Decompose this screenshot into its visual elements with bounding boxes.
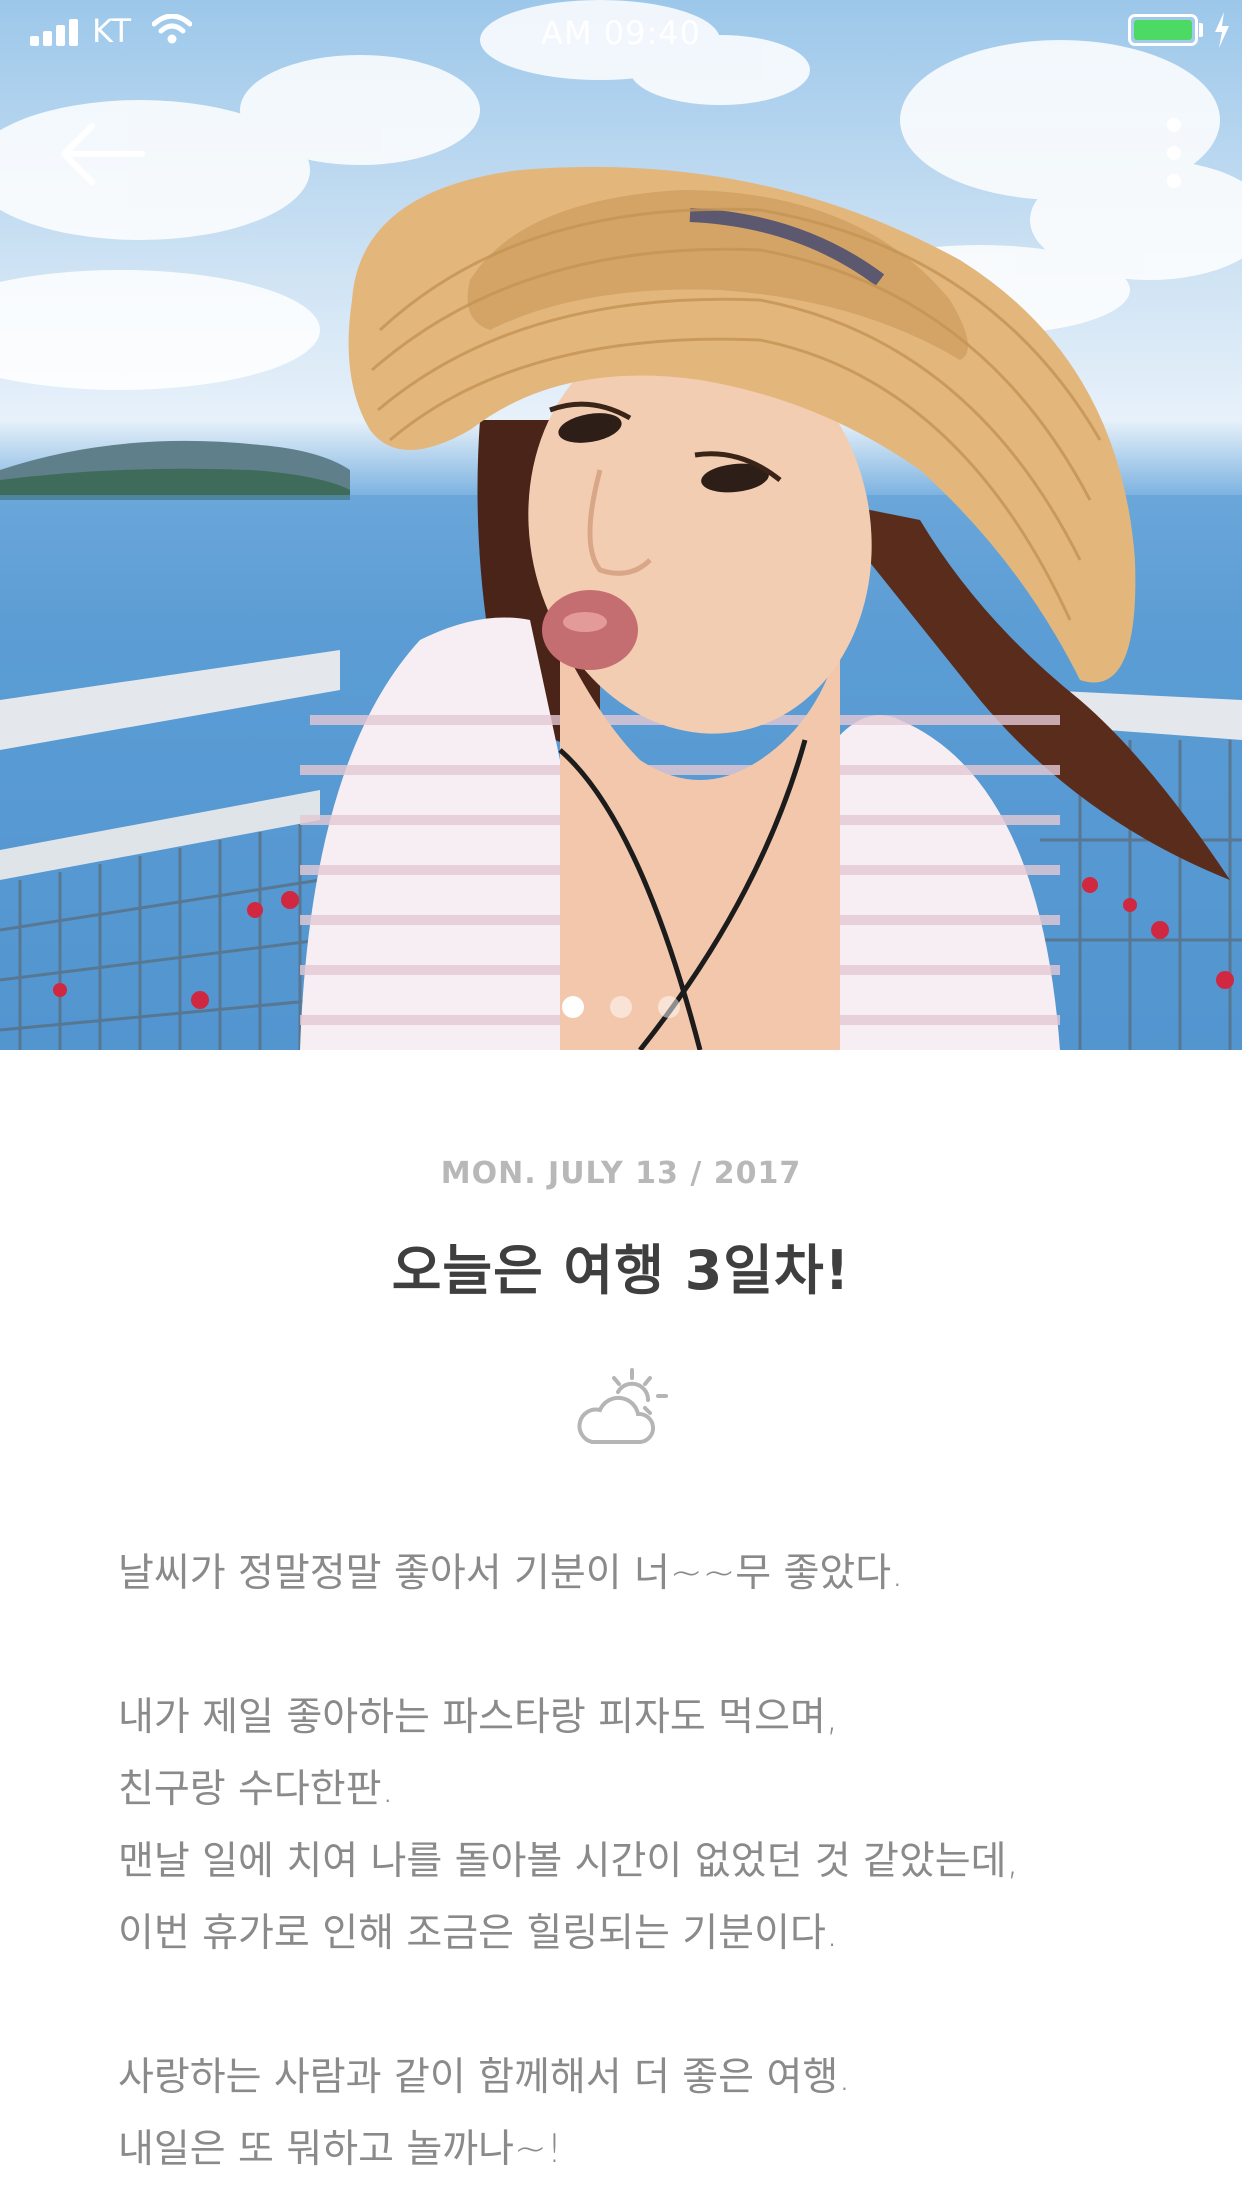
gallery-dot-2[interactable] bbox=[610, 996, 632, 1018]
gallery-dot-1[interactable] bbox=[562, 996, 584, 1018]
battery-icon bbox=[1128, 14, 1198, 46]
post-body: 날씨가 정말정말 좋아서 기분이 너~~무 좋았다. 내가 제일 좋아하는 파스… bbox=[118, 1538, 1158, 2186]
body-line: 맨날 일에 치여 나를 돌아볼 시간이 없었던 것 같았는데, bbox=[118, 1839, 1019, 1884]
body-line: 날씨가 정말정말 좋아서 기분이 너~~무 좋았다. bbox=[118, 1551, 904, 1596]
status-bar: KT AM 09:40 bbox=[0, 0, 1242, 64]
body-line: 친구랑 수다한판. bbox=[118, 1767, 394, 1812]
post-date: MON. JULY 13 / 2017 bbox=[440, 1156, 802, 1191]
partly-cloudy-icon bbox=[577, 1368, 668, 1444]
body-line: 사랑하는 사람과 같이 함께해서 더 좋은 여행. bbox=[118, 2055, 851, 2100]
more-vertical-icon[interactable] bbox=[1150, 110, 1198, 210]
body-line: 내일은 또 뭐하고 놀까나~! bbox=[118, 2127, 563, 2172]
battery-cap bbox=[1199, 23, 1203, 37]
gallery-pagination bbox=[0, 996, 1242, 1020]
status-time: AM 09:40 bbox=[541, 14, 701, 52]
charging-bolt-icon bbox=[1215, 12, 1229, 48]
travel-photo bbox=[0, 0, 1242, 1050]
body-line: 이번 휴가로 인해 조금은 힐링되는 기분이다. bbox=[118, 1911, 839, 1956]
gallery-dot-3[interactable] bbox=[658, 996, 680, 1018]
post-title: 오늘은 여행 3일차! bbox=[391, 1239, 851, 1302]
arrow-left-icon[interactable] bbox=[56, 118, 152, 190]
body-line: 내가 제일 좋아하는 파스타랑 피자도 먹으며, bbox=[118, 1695, 839, 1740]
hero-photo[interactable]: KT AM 09:40 bbox=[0, 0, 1242, 1050]
battery-level bbox=[1134, 20, 1192, 40]
